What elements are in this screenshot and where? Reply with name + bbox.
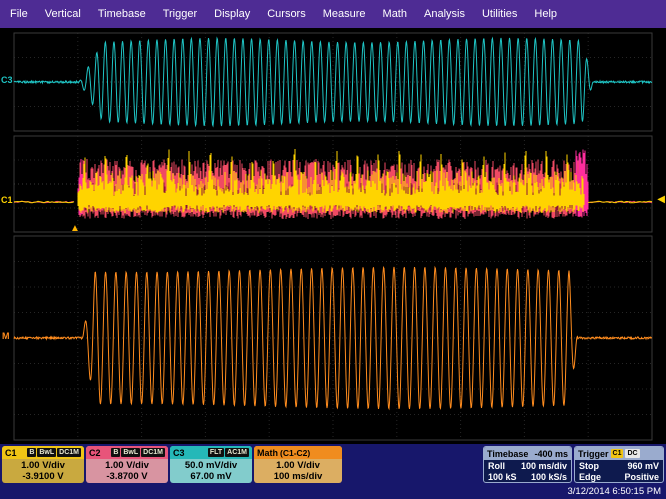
menu-item-measure[interactable]: Measure (323, 8, 366, 20)
descriptor-header: C2 BBwLDC1M (86, 446, 168, 459)
badge-flt: FLT (208, 448, 224, 457)
badge-ac1m: AC1M (225, 448, 249, 457)
row-value: 960 mV (627, 461, 659, 472)
descriptor-badges: BBwLDC1M (111, 448, 165, 457)
menu-item-help[interactable]: Help (534, 8, 557, 20)
descriptor-header: TriggerC1DC (575, 447, 663, 460)
descriptor-header: C3 FLTAC1M (170, 446, 252, 459)
descriptor-value: 50.0 mV/div (170, 460, 252, 471)
menu-item-vertical[interactable]: Vertical (45, 8, 81, 20)
menu-item-trigger[interactable]: Trigger (163, 8, 197, 20)
trigger-title: Trigger (578, 449, 609, 459)
descriptor-values: 1.00 V/div-3.8700 V (86, 459, 168, 482)
badge-b: B (27, 448, 36, 457)
descriptor-badges: BBwLDC1M (27, 448, 81, 457)
descriptor-values: 1.00 V/div100 ms/div (254, 459, 342, 482)
trigger-time-marker[interactable]: ▲ (70, 224, 80, 234)
badge-c1: C1 (611, 449, 624, 458)
row-value: 100 ms/div (521, 461, 567, 472)
menu-item-file[interactable]: File (10, 8, 28, 20)
row-label: 100 kS (488, 472, 517, 483)
descriptor-trigger[interactable]: TriggerC1DCStop960 mVEdgePositive (574, 446, 664, 483)
row-value: Positive (624, 472, 659, 483)
descriptor-value: 67.00 mV (170, 471, 252, 482)
channel-descriptor-math[interactable]: Math(C1-C2)1.00 V/div100 ms/div (254, 446, 342, 483)
descriptor-value: 1.00 V/div (2, 460, 84, 471)
descriptor-values: Stop 960 mV Edge Positive (575, 460, 663, 483)
trace-label-c3[interactable]: C3 (1, 75, 13, 85)
menu-item-display[interactable]: Display (214, 8, 250, 20)
descriptor-value-row: Stop 960 mV (575, 461, 663, 472)
descriptor-timebase[interactable]: Timebase-400 msRoll100 ms/div100 kS100 k… (483, 446, 572, 483)
badge-dc: DC (625, 449, 639, 458)
descriptor-values: 1.00 V/div-3.9100 V (2, 459, 84, 482)
descriptor-value-row: 100 kS 100 kS/s (484, 472, 571, 483)
descriptor-header: C1 BBwLDC1M (2, 446, 84, 459)
trigger-level-marker[interactable]: ◀ (657, 195, 665, 205)
descriptor-value: -3.9100 V (2, 471, 84, 482)
row-label: Stop (579, 461, 599, 472)
descriptor-values: Roll 100 ms/div 100 kS 100 kS/s (484, 460, 571, 483)
row-value: 100 kS/s (531, 472, 567, 483)
trace-math (14, 267, 652, 409)
badge-bwl: BwL (37, 448, 56, 457)
menu-item-cursors[interactable]: Cursors (267, 8, 306, 20)
trace-label-m[interactable]: M (2, 331, 10, 341)
menu-bar: File Vertical Timebase Trigger Display Cursor… (0, 0, 666, 28)
descriptor-label: C1 (5, 448, 17, 458)
descriptor-badges: FLTAC1M (208, 448, 249, 457)
channel-descriptor-c1[interactable]: C1 BBwLDC1M 1.00 V/div-3.9100 V (2, 446, 84, 483)
descriptor-header: Math(C1-C2) (254, 446, 342, 459)
trace-label-c1[interactable]: C1 (1, 195, 13, 205)
descriptor-header: Timebase -400 ms (484, 447, 571, 460)
row-label: Roll (488, 461, 505, 472)
badge-dc1m: DC1M (57, 448, 81, 457)
descriptor-value: 1.00 V/div (86, 460, 168, 471)
descriptor-row: C1BBwLDC1M1.00 V/div-3.9100 VC2BBwLDC1M1… (2, 446, 664, 483)
menu-item-timebase[interactable]: Timebase (98, 8, 146, 20)
descriptor-value-row: Edge Positive (575, 472, 663, 483)
menu-item-analysis[interactable]: Analysis (424, 8, 465, 20)
timebase-title: Timebase (487, 449, 528, 459)
menu-item-math[interactable]: Math (383, 8, 407, 20)
descriptor-value: -3.8700 V (86, 471, 168, 482)
badge-bwl: BwL (121, 448, 140, 457)
descriptor-value-row: Roll 100 ms/div (484, 461, 571, 472)
descriptor-value: 100 ms/div (254, 471, 342, 482)
datetime: 3/12/2014 6:50:15 PM (568, 486, 662, 497)
badge-b: B (111, 448, 120, 457)
channel-descriptor-c3[interactable]: C3 FLTAC1M 50.0 mV/div67.00 mV (170, 446, 252, 483)
row-label: Edge (579, 472, 601, 483)
descriptor-label: Math (257, 448, 278, 458)
descriptor-label: C2 (89, 448, 101, 458)
descriptor-source: (C1-C2) (280, 448, 310, 458)
descriptor-label: C3 (173, 448, 185, 458)
status-bar: C1BBwLDC1M1.00 V/div-3.9100 VC2BBwLDC1M1… (0, 444, 666, 499)
channel-descriptor-c2[interactable]: C2 BBwLDC1M 1.00 V/div-3.8700 V (86, 446, 168, 483)
waveform-svg (0, 28, 666, 444)
descriptor-values: 50.0 mV/div67.00 mV (170, 459, 252, 482)
menu-item-utilities[interactable]: Utilities (482, 8, 517, 20)
oscilloscope-app: File Vertical Timebase Trigger Display Cursor… (0, 0, 666, 499)
timebase-value: -400 ms (534, 449, 568, 459)
waveform-display[interactable]: C3 C1 M ◀ ▲ (0, 28, 666, 444)
descriptor-value: 1.00 V/div (254, 460, 342, 471)
badge-dc1m: DC1M (141, 448, 165, 457)
